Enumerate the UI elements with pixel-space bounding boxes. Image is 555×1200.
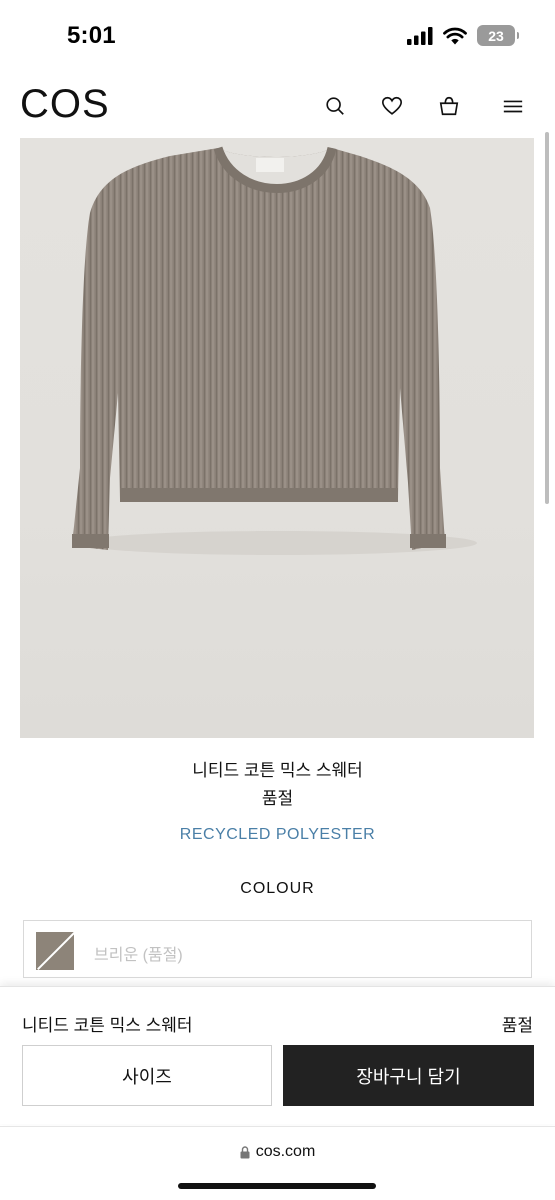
wifi-icon bbox=[443, 27, 467, 44]
sticky-product-name: 니티드 코튼 믹스 스웨터 bbox=[22, 1016, 193, 1035]
status-icons: 23 bbox=[407, 25, 519, 46]
add-to-cart-button[interactable]: 장바구니 담기 bbox=[283, 1045, 534, 1106]
signal-icon bbox=[407, 26, 433, 45]
browser-address-bar: cos.com bbox=[0, 1126, 555, 1200]
home-indicator bbox=[178, 1183, 376, 1189]
product-title: 니티드 코튼 믹스 스웨터 bbox=[192, 761, 363, 780]
sticky-purchase-bar: 니티드 코튼 믹스 스웨터 품절 사이즈 장바구니 담기 bbox=[0, 986, 555, 1124]
colour-option-label: 브리운 (품절) bbox=[94, 947, 183, 964]
colour-label: COLOUR bbox=[240, 880, 315, 897]
colour-selector[interactable]: 브리운 (품절) bbox=[23, 920, 532, 978]
sweater-illustration bbox=[72, 146, 477, 555]
site-header: COS bbox=[0, 76, 555, 134]
battery-level: 23 bbox=[488, 27, 504, 44]
size-button[interactable]: 사이즈 bbox=[22, 1045, 272, 1106]
search-icon[interactable] bbox=[323, 94, 347, 118]
lock-icon bbox=[240, 1145, 250, 1158]
scroll-indicator[interactable] bbox=[545, 132, 549, 504]
product-image[interactable] bbox=[20, 138, 534, 738]
menu-icon[interactable] bbox=[501, 94, 525, 118]
url-text: cos.com bbox=[255, 1143, 316, 1160]
heart-icon[interactable] bbox=[380, 94, 404, 118]
colour-swatch[interactable] bbox=[36, 932, 74, 970]
product-status: 품절 bbox=[261, 789, 294, 808]
material-link[interactable]: RECYCLED POLYESTER bbox=[0, 826, 555, 844]
url-field[interactable]: cos.com bbox=[0, 1143, 555, 1161]
status-bar: 5:01 23 bbox=[0, 0, 555, 72]
battery-icon: 23 bbox=[477, 25, 519, 46]
sticky-product-status: 품절 bbox=[501, 1016, 533, 1035]
status-time: 5:01 bbox=[67, 22, 116, 49]
cos-logo[interactable]: COS bbox=[20, 82, 110, 127]
bag-icon[interactable] bbox=[437, 94, 461, 118]
